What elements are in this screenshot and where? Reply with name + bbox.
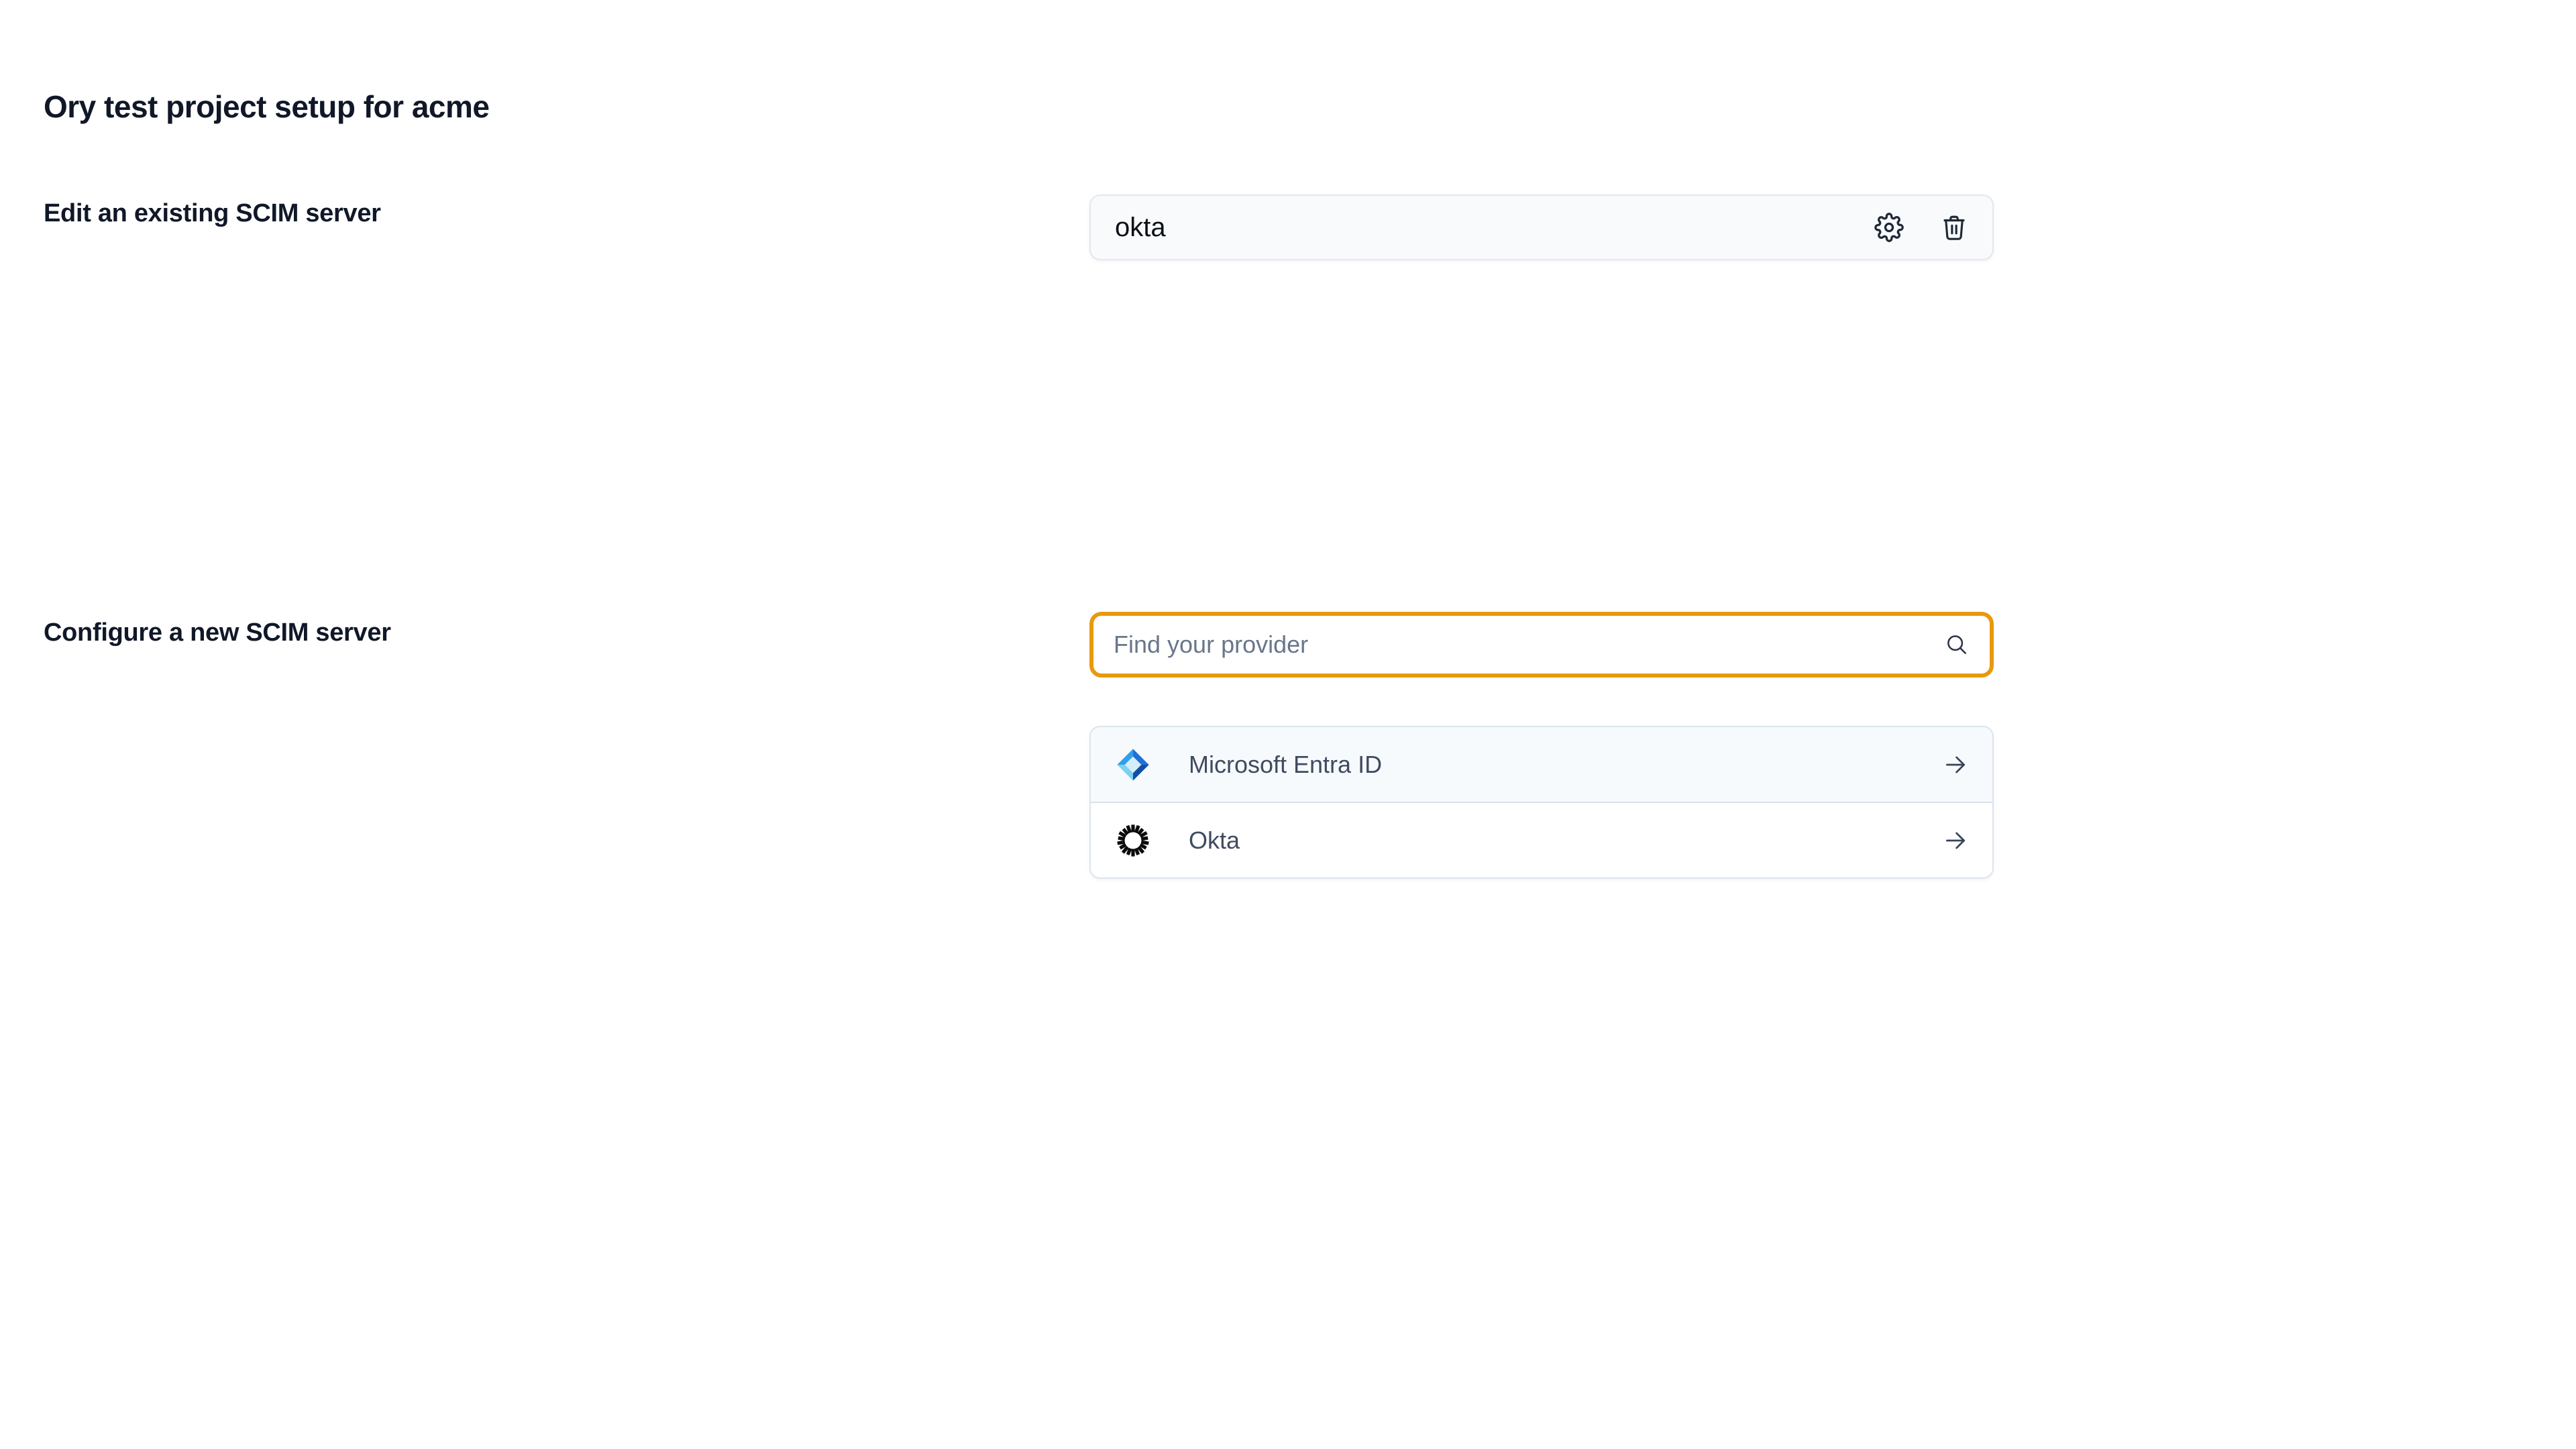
provider-search-input[interactable] (1114, 631, 1944, 659)
server-settings-button[interactable] (1874, 213, 1904, 242)
search-icon (1944, 632, 1970, 657)
scim-setup-page: Ory test project setup for acme Edit an … (0, 0, 2576, 1449)
arrow-right-icon (1943, 752, 1968, 777)
provider-search-container (1089, 612, 1994, 678)
provider-row-okta[interactable]: Okta (1091, 803, 1992, 877)
provider-name: Microsoft Entra ID (1189, 751, 1382, 779)
provider-list: Microsoft Entra ID (1089, 726, 1994, 879)
page-title: Ory test project setup for acme (44, 88, 489, 125)
arrow-right-icon (1943, 828, 1968, 853)
provider-name: Okta (1189, 826, 1240, 855)
existing-scim-server-row: okta (1089, 195, 1994, 260)
gear-icon (1874, 213, 1904, 242)
scim-server-name: okta (1115, 213, 1166, 243)
configure-scim-section-label: Configure a new SCIM server (44, 617, 391, 648)
okta-logo (1115, 822, 1151, 859)
provider-row-microsoft-entra-id[interactable]: Microsoft Entra ID (1091, 727, 1992, 803)
microsoft-entra-id-logo (1115, 747, 1151, 783)
server-delete-button[interactable] (1940, 213, 1968, 241)
trash-icon (1940, 213, 1968, 241)
edit-scim-section-label: Edit an existing SCIM server (44, 198, 381, 229)
